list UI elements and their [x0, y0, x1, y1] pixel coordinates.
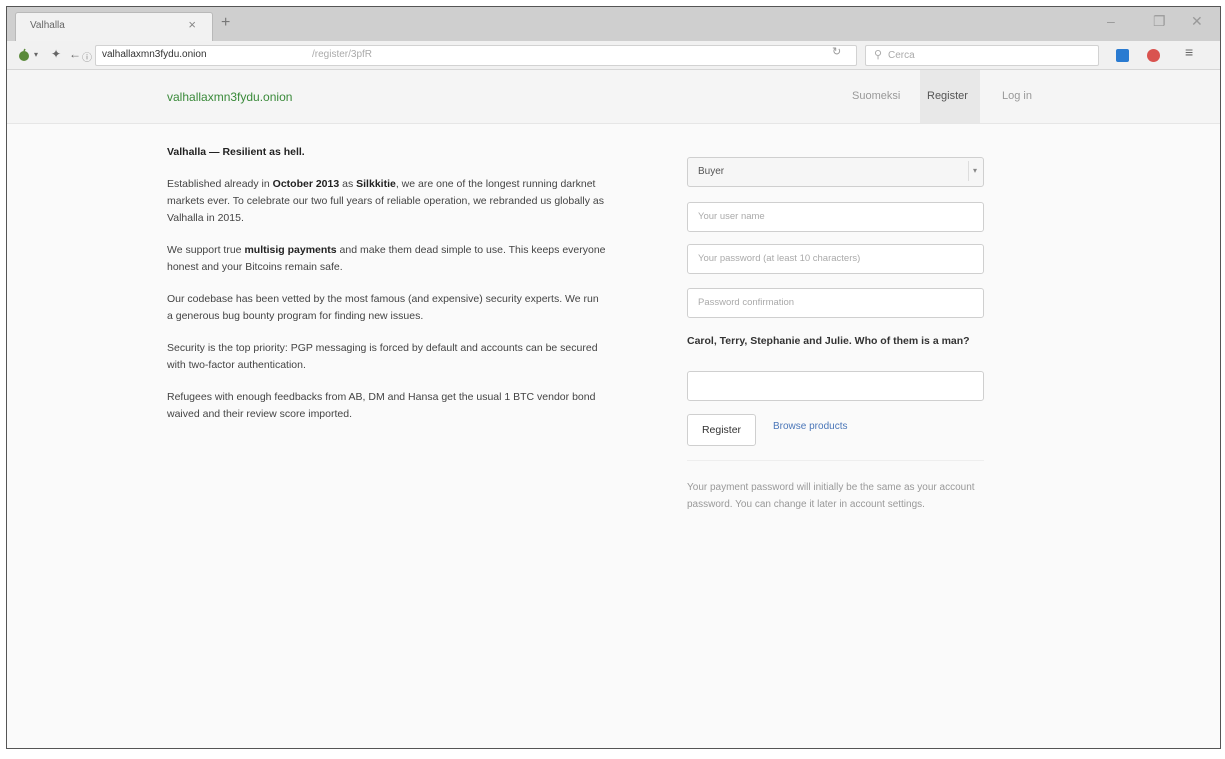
password-confirmation-field[interactable]: Password confirmation: [687, 288, 984, 318]
site-brand-link[interactable]: valhallaxmn3fydu.onion: [167, 90, 292, 104]
nav-login-link[interactable]: Log in: [1002, 90, 1032, 102]
navigation-toolbar: ▾ ✦ ← ⓘ valhallaxmn3fydu.onion /register…: [7, 41, 1220, 70]
divider: [687, 460, 984, 461]
browser-window: Valhalla × + – ❐ ✕ ▾ ✦ ← ⓘ valhallaxmn3f…: [6, 6, 1221, 749]
nav-register-active[interactable]: Register: [920, 70, 980, 123]
reload-icon[interactable]: ↻: [832, 45, 841, 58]
tagline: Valhalla — Resilient as hell.: [167, 146, 305, 158]
nav-register-link[interactable]: Register: [927, 90, 968, 102]
intro-paragraph-security: Security is the top priority: PGP messag…: [167, 342, 598, 371]
intro-paragraph-refugees: Refugees with enough feedbacks from AB, …: [167, 391, 596, 420]
intro-paragraph-history: Established already in October 2013 as S…: [167, 178, 604, 224]
url-bar[interactable]: ⓘ valhallaxmn3fydu.onion /register/3pfR: [82, 45, 857, 66]
window-close-icon[interactable]: ✕: [1191, 13, 1203, 30]
site-navbar: valhallaxmn3fydu.onion Suomeksi Register…: [7, 70, 1220, 124]
search-bar[interactable]: ⚲ Cerca: [865, 45, 1099, 66]
register-button[interactable]: Register: [687, 414, 756, 446]
browse-products-link[interactable]: Browse products: [773, 421, 847, 432]
password-placeholder: Your password (at least 10 characters): [698, 253, 861, 264]
intro-paragraph-multisig: We support true multisig payments and ma…: [167, 244, 606, 273]
tor-menu-chevron-icon[interactable]: ▾: [34, 50, 38, 59]
tab-valhalla[interactable]: Valhalla ×: [15, 12, 213, 42]
password-confirmation-placeholder: Password confirmation: [698, 297, 795, 308]
intro-paragraph-codebase: Our codebase has been vetted by the most…: [167, 293, 599, 322]
new-tab-icon[interactable]: +: [221, 14, 230, 32]
role-select-value: Buyer: [698, 166, 725, 177]
url-host: valhallaxmn3fydu.onion: [102, 49, 207, 60]
url-path: /register/3pfR: [312, 49, 373, 60]
intro-column: Valhalla — Resilient as hell. Establishe…: [167, 144, 607, 438]
extension-icon[interactable]: ✦: [51, 47, 61, 61]
nav-suomeksi-link[interactable]: Suomeksi: [852, 90, 900, 102]
tab-title: Valhalla: [30, 20, 65, 31]
password-field[interactable]: Your password (at least 10 characters): [687, 244, 984, 274]
search-icon: ⚲: [874, 49, 883, 61]
captcha-question: Carol, Terry, Stephanie and Julie. Who o…: [687, 335, 970, 347]
tab-bar: Valhalla × + – ❐ ✕: [7, 7, 1220, 42]
main-content: Valhalla — Resilient as hell. Establishe…: [7, 124, 1220, 748]
menu-hamburger-icon[interactable]: ≡: [1185, 44, 1193, 60]
info-icon[interactable]: ⓘ: [82, 49, 92, 64]
restore-icon[interactable]: ❐: [1153, 13, 1166, 30]
payment-password-note: Your payment password will initially be …: [687, 482, 975, 510]
search-placeholder: Cerca: [888, 50, 915, 61]
back-icon[interactable]: ←: [69, 47, 81, 61]
chevron-down-icon: ▾: [968, 161, 981, 181]
minimize-icon[interactable]: –: [1107, 13, 1115, 29]
noscript-icon[interactable]: [1147, 49, 1160, 62]
captcha-answer-field[interactable]: [687, 371, 984, 401]
tab-close-icon[interactable]: ×: [188, 17, 196, 32]
username-placeholder: Your user name: [698, 211, 765, 222]
tor-onion-icon[interactable]: [17, 48, 31, 62]
extension-blue-icon[interactable]: [1116, 49, 1129, 62]
role-select[interactable]: Buyer ▾: [687, 157, 984, 187]
username-field[interactable]: Your user name: [687, 202, 984, 232]
